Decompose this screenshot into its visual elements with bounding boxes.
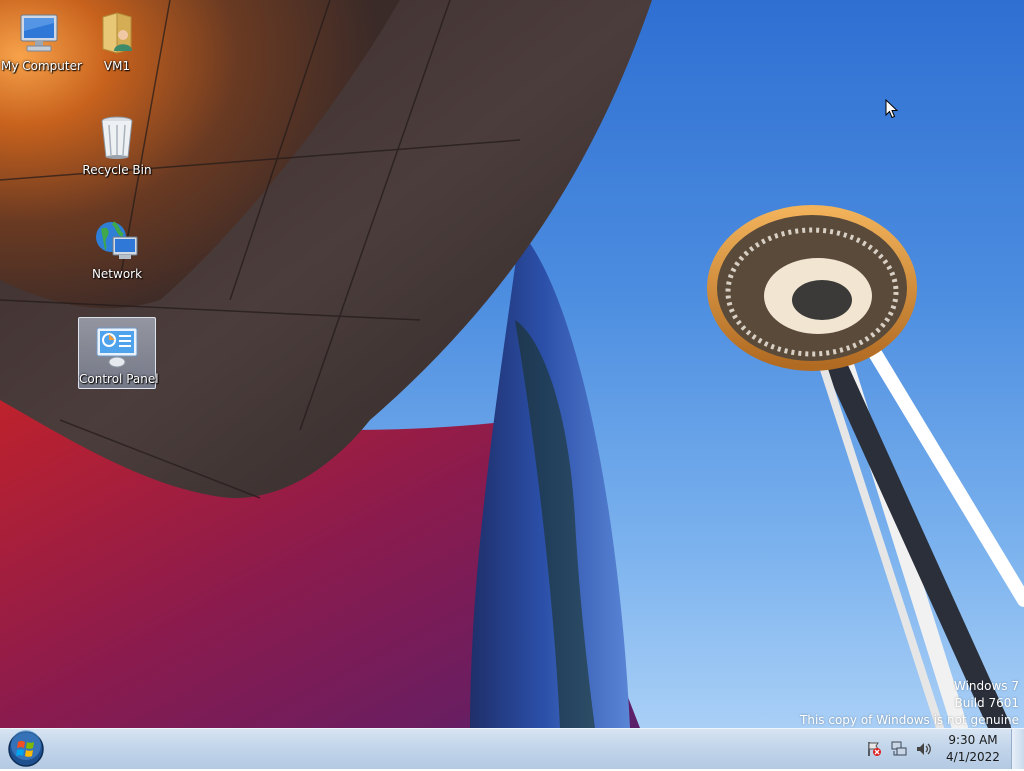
recycle-bin-icon bbox=[101, 116, 133, 159]
watermark-not-genuine: This copy of Windows is not genuine bbox=[800, 713, 1019, 727]
windows-orb-icon bbox=[8, 730, 44, 767]
desktop-icon-label: Control Panel bbox=[79, 372, 159, 386]
show-desktop-button[interactable] bbox=[1011, 729, 1024, 769]
mouse-cursor-icon bbox=[885, 99, 899, 119]
control-panel-icon bbox=[96, 327, 138, 368]
desktop-icon-vm1[interactable]: VM1 bbox=[78, 4, 156, 76]
action-center-flag-icon[interactable] bbox=[866, 741, 882, 757]
desktop-icon-label: Recycle Bin bbox=[82, 163, 152, 177]
network-icon bbox=[96, 221, 138, 259]
volume-icon[interactable] bbox=[915, 741, 931, 757]
computer-icon bbox=[20, 14, 58, 52]
network-status-icon[interactable] bbox=[891, 741, 907, 757]
desktop-icon-label: VM1 bbox=[103, 59, 131, 73]
clock-time: 9:30 AM bbox=[948, 733, 998, 747]
desktop-icon-network[interactable]: Network bbox=[78, 212, 156, 284]
watermark-os-name: Windows 7 bbox=[953, 679, 1019, 693]
start-button[interactable] bbox=[6, 730, 46, 768]
genuine-watermark: Windows 7 Build 7601 This copy of Window… bbox=[800, 678, 1019, 728]
desktop-icon-my-computer[interactable]: My Computer bbox=[0, 4, 82, 76]
desktop-icon-recycle-bin[interactable]: Recycle Bin bbox=[78, 108, 156, 180]
watermark-build: Build 7601 bbox=[954, 696, 1019, 710]
taskbar: 9:30 AM 4/1/2022 bbox=[0, 728, 1024, 769]
user-folder-icon bbox=[102, 12, 132, 54]
desktop: My Computer VM1 Recycle Bin Network Cont… bbox=[0, 0, 1024, 728]
desktop-icon-label: My Computer bbox=[1, 59, 82, 73]
clock-date: 4/1/2022 bbox=[946, 750, 1000, 764]
desktop-icon-control-panel[interactable]: Control Panel bbox=[78, 317, 159, 389]
desktop-icon-label: Network bbox=[91, 267, 143, 281]
taskbar-clock[interactable]: 9:30 AM 4/1/2022 bbox=[932, 732, 1014, 766]
